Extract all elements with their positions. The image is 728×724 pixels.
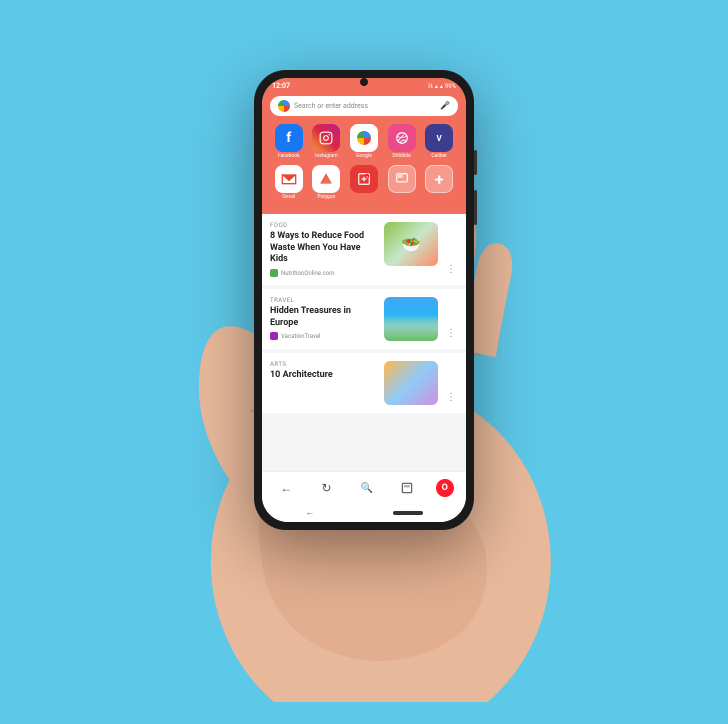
news-text-food: FOOD 8 Ways to Reduce Food Waste When Yo…: [270, 222, 378, 277]
facebook-label: Facebook: [278, 153, 300, 159]
news-item-food[interactable]: FOOD 8 Ways to Reduce Food Waste When Yo…: [262, 214, 466, 285]
content-section: FOOD 8 Ways to Reduce Food Waste When Yo…: [262, 214, 466, 471]
status-icons: ℝ ▴ ▴ 99%: [428, 83, 456, 90]
bluetooth-icon: ℝ: [428, 83, 433, 90]
apps-row-1: f Facebook Instagram: [270, 124, 458, 159]
sys-back-button[interactable]: ←: [305, 507, 314, 518]
back-button[interactable]: ←: [274, 478, 298, 498]
main-scene: 12:07 ℝ ▴ ▴ 99% Search or enter address …: [74, 22, 654, 702]
news-more-travel[interactable]: ⋮: [444, 326, 458, 341]
google-app-icon: [350, 124, 378, 152]
caliber-label: Caliber: [431, 153, 447, 159]
facebook-icon: f: [275, 124, 303, 152]
app-dribbble[interactable]: Dribbble: [388, 124, 416, 159]
app-caliber[interactable]: V Caliber: [425, 124, 453, 159]
volume-button: [474, 150, 477, 175]
mic-icon[interactable]: 🎤: [440, 101, 450, 111]
dribbble-label: Dribbble: [392, 153, 410, 159]
tabs-button[interactable]: [395, 478, 419, 498]
camera-notch: [360, 78, 368, 86]
system-nav: ←: [262, 504, 466, 522]
app-google[interactable]: Google: [350, 124, 378, 159]
power-button: [474, 190, 477, 225]
search-input[interactable]: Search or enter address: [294, 102, 436, 110]
news-category-food: FOOD: [270, 222, 378, 229]
polygon-label: Polygon: [317, 194, 335, 200]
news-title-food: 8 Ways to Reduce Food Waste When You Hav…: [270, 231, 378, 266]
tabs-icon: [388, 165, 416, 193]
wifi-icon: ▴: [435, 83, 438, 90]
news-image-arts: [384, 361, 438, 405]
gmail-label: Gmail: [282, 194, 295, 200]
news-title-arts: 10 Architecture: [270, 370, 378, 382]
app-polygon[interactable]: Polygon: [312, 165, 340, 200]
news-source-row-food: NutritionOnline.com: [270, 269, 378, 277]
top-section: Search or enter address 🎤 f Facebook: [262, 92, 466, 214]
news-text-arts: ARTS 10 Architecture: [270, 361, 378, 385]
source-icon-food: [270, 269, 278, 277]
news-item-travel[interactable]: TRAVEL Hidden Treasures in Europe Vacati…: [262, 289, 466, 349]
news-text-travel: TRAVEL Hidden Treasures in Europe Vacati…: [270, 297, 378, 340]
travel-visual: [384, 297, 438, 341]
news-image-travel: [384, 297, 438, 341]
dribbble-icon: [388, 124, 416, 152]
app-facebook[interactable]: f Facebook: [275, 124, 303, 159]
opera-button[interactable]: O: [436, 479, 454, 497]
source-icon-travel: [270, 332, 278, 340]
battery-icon: 99%: [445, 83, 456, 90]
phone-screen: 12:07 ℝ ▴ ▴ 99% Search or enter address …: [262, 78, 466, 522]
arts-visual: [384, 361, 438, 405]
news-item-arts[interactable]: ARTS 10 Architecture ⋮: [262, 353, 466, 413]
phone: 12:07 ℝ ▴ ▴ 99% Search or enter address …: [254, 70, 474, 530]
gmail-icon: [275, 165, 303, 193]
app-gmail[interactable]: Gmail: [275, 165, 303, 200]
polygon-icon: [312, 165, 340, 193]
news-more-arts[interactable]: ⋮: [444, 390, 458, 405]
news-title-travel: Hidden Treasures in Europe: [270, 306, 378, 329]
news-more-food[interactable]: ⋮: [444, 262, 458, 277]
phone-body: 12:07 ℝ ▴ ▴ 99% Search or enter address …: [254, 70, 474, 530]
food-visual: 🥗: [384, 222, 438, 266]
google-logo: [278, 100, 290, 112]
status-time: 12:07: [272, 82, 290, 90]
home-pill[interactable]: [393, 511, 423, 515]
bottom-nav: ← ↻ 🔍 O: [262, 471, 466, 504]
caliber-icon: V: [425, 124, 453, 152]
todo-icon: 3: [350, 165, 378, 193]
instagram-label: Instagram: [315, 153, 338, 159]
search-bar[interactable]: Search or enter address 🎤: [270, 96, 458, 116]
apps-row-2: Gmail Polygon: [270, 165, 458, 200]
news-category-arts: ARTS: [270, 361, 378, 368]
news-source-travel: VacationTravel: [281, 333, 321, 340]
add-icon: +: [425, 165, 453, 193]
news-image-food: 🥗: [384, 222, 438, 266]
news-category-travel: TRAVEL: [270, 297, 378, 304]
app-todo[interactable]: 3: [350, 165, 378, 200]
google-label: Google: [356, 153, 372, 159]
instagram-icon: [312, 124, 340, 152]
app-instagram[interactable]: Instagram: [312, 124, 340, 159]
news-source-row-travel: VacationTravel: [270, 332, 378, 340]
app-add[interactable]: +: [425, 165, 453, 200]
search-button[interactable]: 🔍: [355, 478, 379, 498]
news-source-food: NutritionOnline.com: [281, 270, 334, 277]
reload-button[interactable]: ↻: [315, 478, 339, 498]
signal-icon: ▴: [440, 83, 443, 90]
app-tabs[interactable]: [388, 165, 416, 200]
